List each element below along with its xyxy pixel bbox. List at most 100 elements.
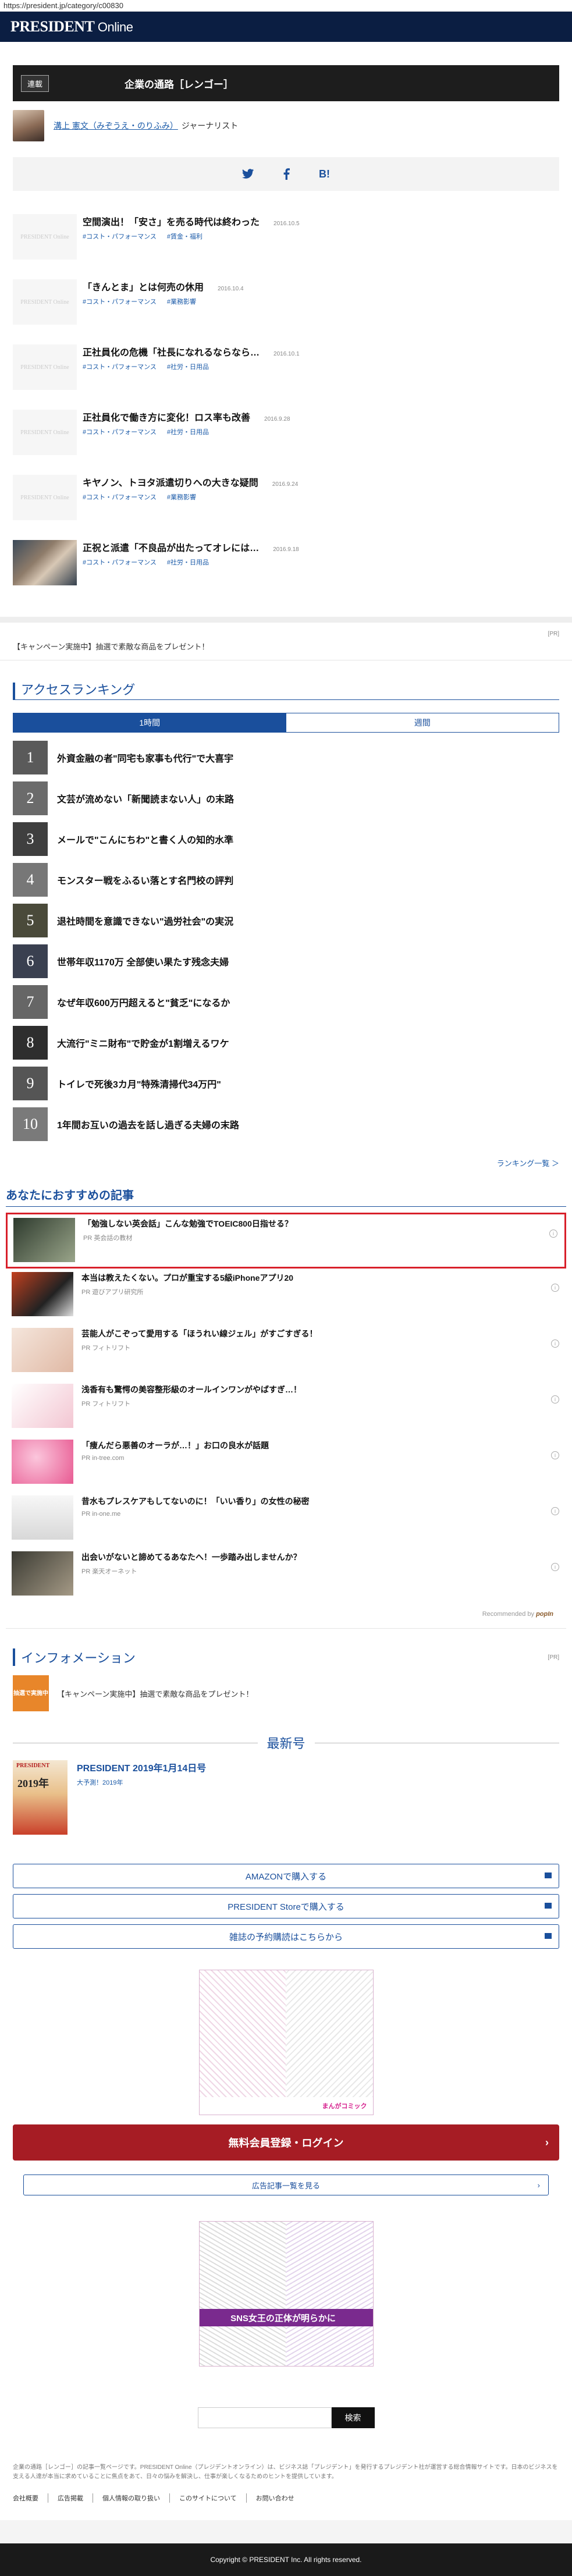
recommend-item[interactable]: 出会いがないと諦めてるあなたへ！一歩踏み出しませんか？ PR 楽天オーネット i: [6, 1548, 566, 1604]
article-item[interactable]: PRESIDENT Online キヤノン、トヨタ派遣切りへの大きな疑問 201…: [13, 463, 559, 528]
recommend-item[interactable]: 芸能人がこぞって愛用する「ほうれい線ジェル」がすごすぎる！ PR フィトリフト …: [6, 1324, 566, 1380]
ranking-item-title[interactable]: モンスター戦をふるい落とす名門校の評判: [57, 873, 233, 887]
ad-articles-button[interactable]: 広告記事一覧を見る ›: [23, 2175, 549, 2195]
information-link[interactable]: 【キャンペーン実施中】抽選で素敵な商品をプレゼント！: [57, 1688, 253, 1699]
tab-weekly[interactable]: 週間: [286, 713, 559, 732]
ranking-item-title[interactable]: メールで"こんにちわ"と書く人の知的水準: [57, 832, 233, 846]
rank-number: 10: [13, 1107, 48, 1141]
article-item[interactable]: PRESIDENT Online 「きんとま」とは何売の休用 2016.10.4…: [13, 268, 559, 333]
register-login-button[interactable]: 無料会員登録・ログイン ›: [13, 2124, 559, 2161]
recommend-headline[interactable]: 「勉強しない英会話」こんな勉強でTOEIC800日指せる？: [83, 1218, 559, 1230]
article-tag[interactable]: #賃金・福利: [167, 232, 202, 241]
recommend-headline[interactable]: 昔水もプレスケアもしてないのに！「いい香り」の女性の秘密: [81, 1495, 560, 1507]
section-divider: [0, 617, 572, 623]
latest-issue-heading: 最新号: [13, 1733, 560, 1752]
info-icon[interactable]: i: [551, 1284, 559, 1292]
popin-logo[interactable]: popIn: [536, 1611, 553, 1618]
recommend-item[interactable]: 昔水もプレスケアもしてないのに！「いい香り」の女性の秘密 PR in-one.m…: [6, 1492, 566, 1548]
recommend-headline[interactable]: 浅香有も驚愕の美容整形級のオールインワンがやばすぎ…！: [81, 1384, 560, 1395]
magazine-title[interactable]: PRESIDENT 2019年1月14日号: [77, 1760, 206, 1774]
footer-link-contact[interactable]: お問い合わせ: [247, 2493, 304, 2503]
article-tag[interactable]: #コスト・パフォーマンス: [83, 362, 157, 371]
information-ad-label: [PR]: [548, 1654, 559, 1661]
article-tag[interactable]: #コスト・パフォーマンス: [83, 557, 157, 567]
hatena-bookmark-icon[interactable]: B!: [318, 168, 331, 180]
recommend-headline[interactable]: 芸能人がこぞって愛用する「ほうれい線ジェル」がすごすぎる！: [81, 1328, 560, 1339]
search-input[interactable]: [197, 2407, 332, 2428]
amazon-buy-button[interactable]: AMAZONで購入する: [13, 1864, 559, 1888]
ranking-item[interactable]: 5 退社時間を意識できない"過労社会"の実況: [13, 900, 559, 941]
article-tag[interactable]: #コスト・パフォーマンス: [83, 427, 157, 436]
recommend-headline[interactable]: 出会いがないと諦めてるあなたへ！一歩踏み出しませんか？: [81, 1551, 560, 1563]
article-item[interactable]: PRESIDENT Online 正社員化で働き方に変化！ロス率も改善 2016…: [13, 398, 559, 463]
magazine-cover[interactable]: PRESIDENT 2019年: [13, 1760, 67, 1835]
article-title[interactable]: 正社員化で働き方に変化！ロス率も改善: [83, 410, 250, 424]
ranking-item-title[interactable]: なぜ年収600万円超えると"貧乏"になるか: [57, 995, 230, 1009]
ranking-item-title[interactable]: 文芸が流めない「新聞読まない人」の末路: [57, 791, 234, 805]
ranking-item-title[interactable]: 大流行"ミニ財布"で貯金が1割増えるワケ: [57, 1036, 229, 1050]
info-icon[interactable]: i: [549, 1230, 557, 1238]
footer-link-about[interactable]: このサイトについて: [170, 2493, 247, 2503]
recommend-headline[interactable]: 本当は教えたくない。プロが重宝する5級iPhoneアプリ20: [81, 1272, 560, 1284]
ranking-item[interactable]: 3 メールで"こんにちわ"と書く人の知的水準: [13, 819, 559, 859]
article-tag[interactable]: #社労・日用品: [167, 557, 209, 567]
article-tag[interactable]: #社労・日用品: [167, 362, 209, 371]
recommend-headline[interactable]: 「痩んだら悪善のオーラが…！」お口の良水が話題: [81, 1440, 560, 1451]
article-tag[interactable]: #社労・日用品: [167, 427, 209, 436]
info-icon[interactable]: i: [551, 1563, 559, 1571]
footer-link-privacy[interactable]: 個人情報の取り扱い: [93, 2493, 170, 2503]
magazine-subtitle[interactable]: 大予測！2019年: [77, 1778, 206, 1787]
store-buy-button[interactable]: PRESIDENT Storeで購入する: [13, 1894, 559, 1918]
ranking-item[interactable]: 10 1年間お互いの過去を話し過ぎる夫婦の末路: [13, 1104, 559, 1145]
search-button[interactable]: 検索: [331, 2407, 375, 2428]
article-title[interactable]: 正祝と派遣「不良品が出たってオレには…: [83, 540, 259, 554]
article-tag[interactable]: #コスト・パフォーマンス: [83, 232, 157, 241]
campaign-link[interactable]: 【キャンペーン実施中】抽選で素敵な商品をプレゼント！: [0, 637, 572, 660]
tab-1hour[interactable]: 1時間: [13, 713, 286, 732]
information-item[interactable]: 抽選で実施中 【キャンペーン実施中】抽選で素敵な商品をプレゼント！: [0, 1666, 572, 1725]
info-icon[interactable]: i: [551, 1507, 559, 1515]
ranking-item-title[interactable]: 外資金融の者"同宅も家事も代行"で大喜宇: [57, 751, 233, 765]
ranking-item-title[interactable]: トイレで死後3カ月"特殊清掃代34万円": [57, 1076, 221, 1090]
recommend-item[interactable]: 浅香有も驚愕の美容整形級のオールインワンがやばすぎ…！ PR フィトリフト i: [6, 1380, 566, 1436]
article-tag[interactable]: #コスト・パフォーマンス: [83, 492, 157, 502]
ranking-item-title[interactable]: 退社時間を意識できない"過労社会"の実況: [57, 914, 233, 928]
recommend-item[interactable]: 本当は教えたくない。プロが重宝する5級iPhoneアプリ20 PR 遊びアプリ研…: [6, 1269, 566, 1324]
ranking-item[interactable]: 8 大流行"ミニ財布"で貯金が1割増えるワケ: [13, 1022, 559, 1063]
article-title[interactable]: 正社員化の危機「社長になれるならなら…: [83, 344, 260, 358]
ranking-item[interactable]: 4 モンスター戦をふるい落とす名門校の評判: [13, 859, 559, 900]
ranking-more-link[interactable]: ランキング一覧 ＞: [13, 1157, 559, 1168]
recommend-item[interactable]: 「痩んだら悪善のオーラが…！」お口の良水が話題 PR in-tree.com i: [6, 1436, 566, 1492]
author-name-link[interactable]: 溝上 憲文（みぞうえ・のりふみ）: [54, 120, 178, 132]
ranking-item[interactable]: 6 世帯年収1170万 全部使い果たす残念夫婦: [13, 941, 559, 982]
ranking-item[interactable]: 7 なぜ年収600万円超えると"貧乏"になるか: [13, 982, 559, 1022]
article-title[interactable]: 「きんとま」とは何売の休用: [83, 279, 204, 293]
info-icon[interactable]: i: [551, 1395, 559, 1404]
article-tag[interactable]: #業務影響: [167, 297, 196, 306]
article-item[interactable]: PRESIDENT Online 空間演出！「安さ」を売る時代は終わった 201…: [13, 202, 559, 268]
ranking-item-title[interactable]: 1年間お互いの過去を話し過ぎる夫婦の末路: [57, 1117, 239, 1131]
facebook-icon[interactable]: [280, 168, 293, 180]
article-tag[interactable]: #業務影響: [167, 492, 196, 502]
ranking-item[interactable]: 1 外資金融の者"同宅も家事も代行"で大喜宇: [13, 737, 559, 778]
ranking-item[interactable]: 2 文芸が流めない「新聞読まない人」の末路: [13, 778, 559, 819]
ad-banner-manga-1[interactable]: まんがコミック: [198, 1970, 374, 2115]
twitter-icon[interactable]: [241, 168, 254, 180]
info-icon[interactable]: i: [551, 1451, 559, 1459]
footer-link-ads[interactable]: 広告掲載: [48, 2493, 93, 2503]
info-icon[interactable]: i: [551, 1339, 559, 1348]
subscription-button[interactable]: 雑誌の予約購読はこちらから: [13, 1924, 559, 1949]
article-item[interactable]: PRESIDENT Online 正社員化の危機「社長になれるならなら… 201…: [13, 333, 559, 398]
article-title[interactable]: キヤノン、トヨタ派遣切りへの大きな疑問: [83, 475, 258, 489]
footer-link-company[interactable]: 会社概要: [13, 2493, 48, 2503]
information-title: インフォメーション: [13, 1648, 535, 1666]
ad-banner-manga-2[interactable]: SNS女王の正体が明らかに: [198, 2221, 374, 2367]
recommend-item[interactable]: 「勉強しない英会話」こんな勉強でTOEIC800日指せる？ PR 英会話の教材 …: [6, 1213, 566, 1269]
ranking-item-title[interactable]: 世帯年収1170万 全部使い果たす残念夫婦: [57, 954, 229, 968]
article-tag[interactable]: #コスト・パフォーマンス: [83, 297, 157, 306]
site-logo[interactable]: PRESIDENT Online: [10, 18, 133, 35]
ranking-item[interactable]: 9 トイレで死後3カ月"特殊清掃代34万円": [13, 1063, 559, 1104]
article-item[interactable]: 正祝と派遣「不良品が出たってオレには… 2016.9.18 #コスト・パフォーマ…: [13, 528, 559, 594]
url-bar[interactable]: https://president.jp/category/c00830: [0, 0, 572, 12]
article-title[interactable]: 空間演出！「安さ」を売る時代は終わった: [83, 214, 260, 228]
